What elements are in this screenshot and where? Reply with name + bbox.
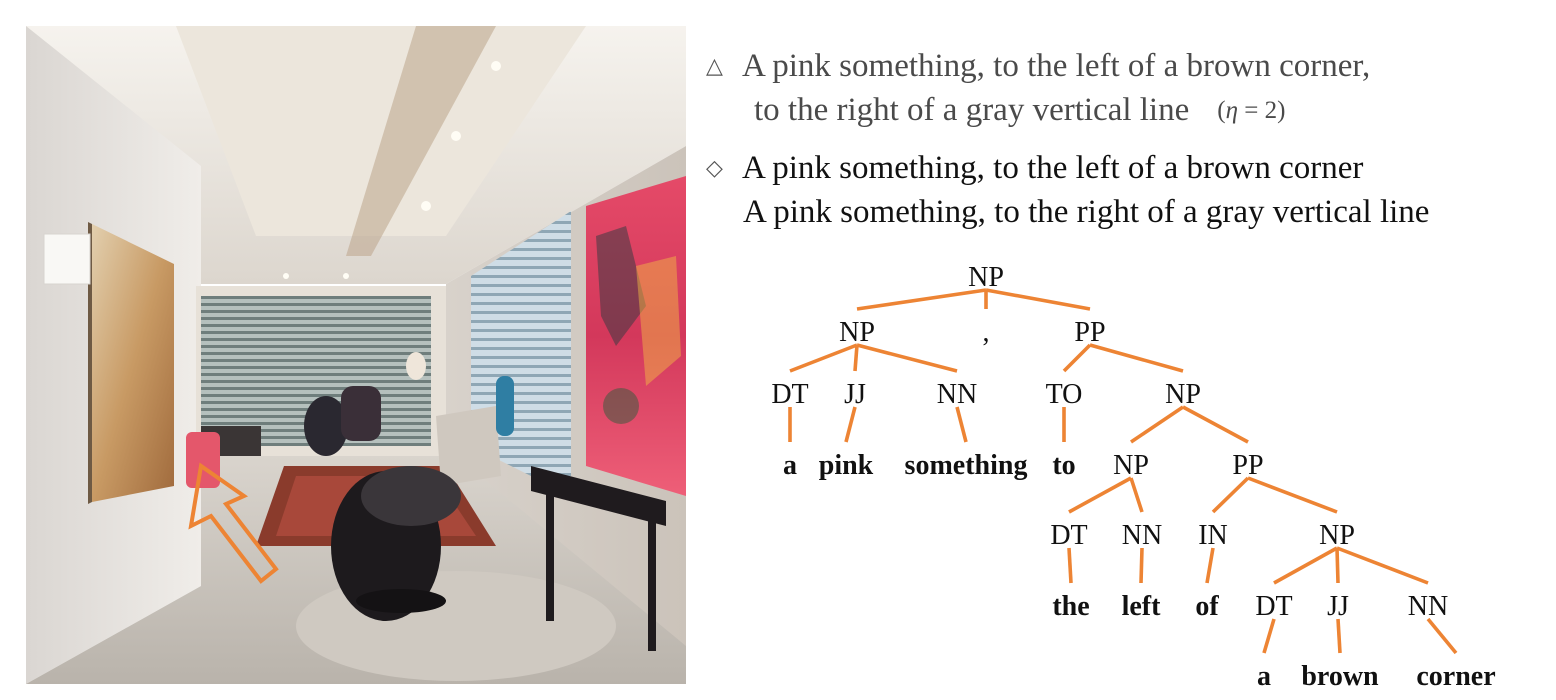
tree-edge-n14-n17	[1336, 546, 1429, 585]
tree-leaf-word: of	[1195, 591, 1219, 622]
tree-leaf-word: a	[783, 450, 797, 481]
tree-edge-n3-n8	[1089, 343, 1184, 373]
tree-leaf-word: the	[1052, 591, 1089, 622]
tree-edge-n14-n16	[1335, 547, 1340, 584]
tree-labels: NPNP, PPDT JJ NN TO NPa pink something to NP PPDT N…	[771, 262, 1495, 692]
tree-leaf-word: something	[905, 450, 1028, 481]
tree-edge-n9-n11	[1068, 476, 1132, 514]
tree-edge-n11-w4	[1067, 547, 1073, 584]
tree-leaf-word: brown	[1301, 661, 1379, 692]
tree-node-label: TO	[1046, 379, 1083, 410]
tree-node-label: DT	[1050, 520, 1087, 551]
tree-node-label: NP	[1165, 379, 1201, 410]
tree-edge-n15-w7	[1262, 618, 1276, 654]
tree-edge-n17-w9	[1426, 617, 1458, 655]
tree-edge-n10-n14	[1247, 476, 1338, 514]
parse-tree: NPNP, PPDT JJ NN TO NPa pink something to NP PPDT N…	[771, 262, 1495, 692]
tree-edge-n9-n12	[1129, 477, 1144, 513]
tree-edge-n3-n7	[1062, 343, 1092, 373]
tree-node-label: NP	[1319, 520, 1355, 551]
tree-leaf-word: to	[1052, 450, 1075, 481]
tree-node-label: NN	[1122, 520, 1162, 551]
tree-leaf-word: pink	[819, 450, 874, 481]
tree-node-label: JJ	[844, 379, 866, 410]
tree-edge-n6-w2	[955, 406, 968, 443]
tree-edge-n12-w5	[1139, 547, 1144, 584]
tree-edge-n5-w1	[844, 406, 857, 443]
tree-edge-n1-n6	[856, 343, 958, 373]
tree-node-label: NN	[937, 379, 977, 410]
tree-node-label: ,	[983, 317, 990, 348]
tree-edge-n0-n1	[856, 288, 987, 311]
tree-node-label: PP	[1074, 317, 1105, 348]
tree-node-label: JJ	[1327, 591, 1349, 622]
tree-leaf-word: corner	[1416, 661, 1495, 692]
tree-edge-n1-n5	[853, 344, 859, 372]
tree-node-label: IN	[1198, 520, 1228, 551]
tree-node-label: PP	[1232, 450, 1263, 481]
tree-edge-n1-n4	[789, 343, 858, 373]
tree-leaf-word: left	[1122, 591, 1162, 622]
tree-node-label: NP	[839, 317, 875, 348]
tree-edge-n8-n10	[1182, 405, 1249, 444]
tree-edge-n16-w8	[1336, 618, 1342, 654]
tree-node-label: DT	[771, 379, 808, 410]
tree-node-label: NP	[968, 262, 1004, 293]
tree-node-label: NP	[1113, 450, 1149, 481]
tree-edge-n13-w6	[1205, 547, 1215, 584]
tree-node-label: DT	[1255, 591, 1292, 622]
tree-edge-n14-n15	[1273, 546, 1338, 585]
tree-node-label: NN	[1408, 591, 1448, 622]
tree-edge-n8-n9	[1129, 405, 1185, 444]
tree-edge-n10-n13	[1211, 476, 1250, 514]
tree-leaf-word: a	[1257, 661, 1271, 692]
